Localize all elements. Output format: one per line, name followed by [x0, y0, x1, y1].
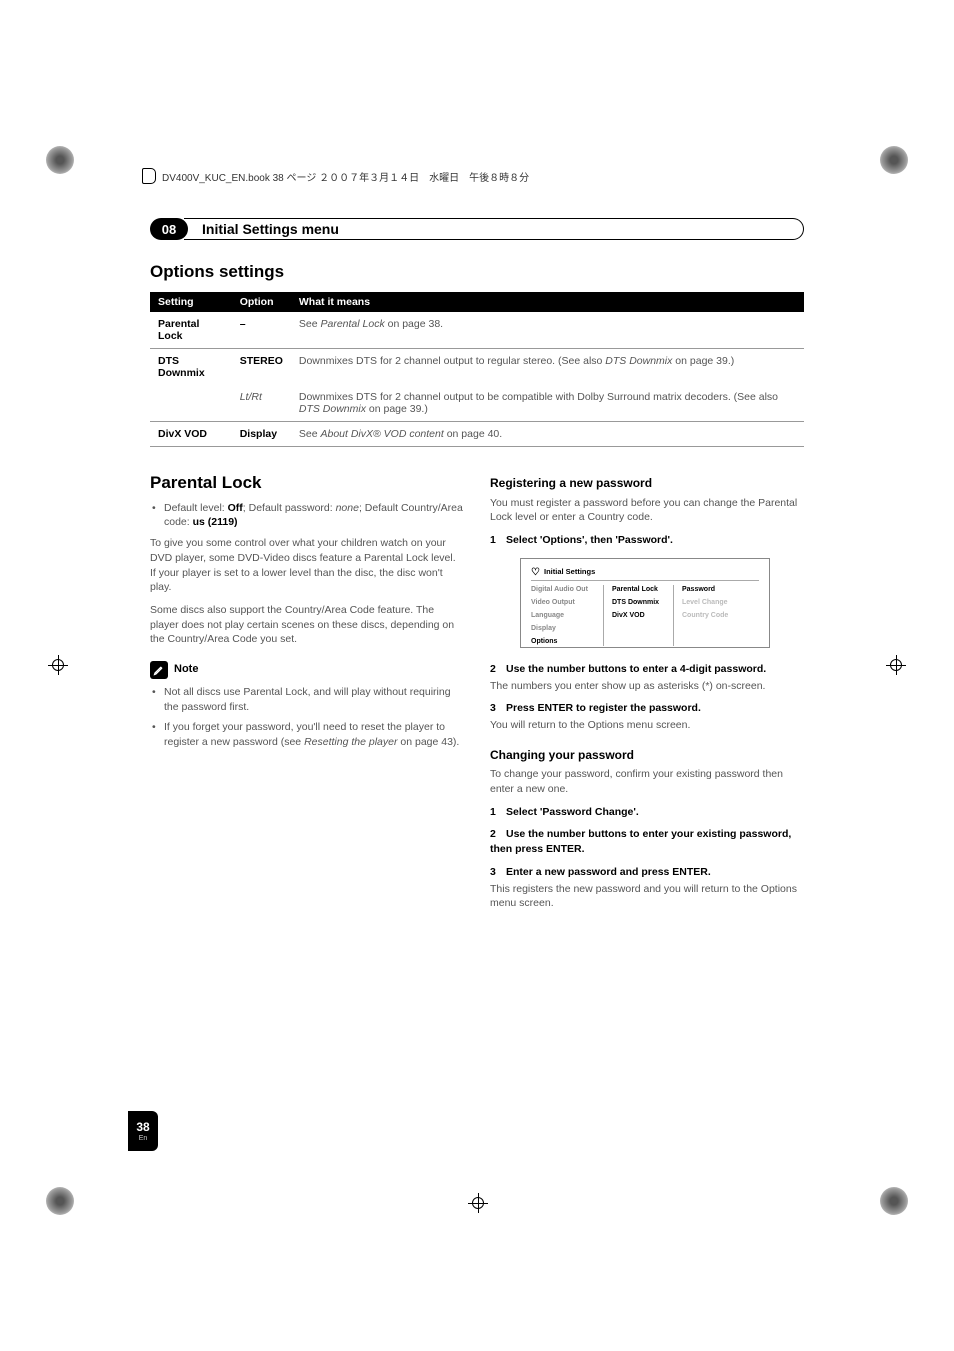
header-text: DV400V_KUC_EN.book 38 ページ ２００７年３月１４日 水曜日…: [162, 169, 529, 184]
body-text: Some discs also support the Country/Area…: [150, 603, 464, 647]
cell-setting: Parental Lock: [150, 312, 232, 349]
registering-heading: Registering a new password: [490, 475, 804, 492]
right-column: Registering a new password You must regi…: [490, 471, 804, 919]
page-content: 08 Initial Settings menu Options setting…: [130, 218, 824, 1136]
cell-option: –: [232, 312, 291, 349]
cell-option: Display: [232, 422, 291, 447]
screenshot-col1: Digital Audio Out Video Output Language …: [531, 585, 603, 646]
cell-meaning: See Parental Lock on page 38.: [291, 312, 804, 349]
th-option: Option: [232, 292, 291, 312]
screenshot-col3: Password Level Change Country Code: [673, 585, 759, 646]
body-text: To give you some control over what your …: [150, 536, 464, 595]
screenshot-title: Initial Settings: [544, 567, 595, 578]
chapter-number: 08: [150, 218, 188, 240]
cell-option: Lt/Rt: [232, 385, 291, 422]
step: 1Select 'Options', then 'Password'.: [490, 533, 804, 548]
note-bullet: If you forget your password, you'll need…: [150, 720, 464, 749]
cell-meaning: See About DivX® VOD content on page 40.: [291, 422, 804, 447]
chapter-bar: 08 Initial Settings menu: [150, 218, 804, 240]
page-lang: En: [139, 1135, 148, 1142]
th-meaning: What it means: [291, 292, 804, 312]
screenshot-col2: Parental Lock DTS Downmix DivX VOD: [603, 585, 673, 646]
cell-setting: [150, 385, 232, 422]
step: 1Select 'Password Change'.: [490, 805, 804, 820]
table-row: DTS Downmix STEREO Downmixes DTS for 2 c…: [150, 349, 804, 386]
table-row: DivX VOD Display See About DivX® VOD con…: [150, 422, 804, 447]
body-text: To change your password, confirm your ex…: [490, 767, 804, 796]
heart-icon: [531, 568, 540, 577]
changing-heading: Changing your password: [490, 747, 804, 764]
crosshair-mr: [886, 655, 906, 675]
body-text: This registers the new password and you …: [490, 882, 804, 911]
book-icon: [142, 168, 156, 184]
registration-mark-bl: [40, 1181, 80, 1221]
note-bullet: Not all discs use Parental Lock, and wil…: [150, 685, 464, 714]
note-heading: Note: [150, 661, 464, 679]
cell-setting: DivX VOD: [150, 422, 232, 447]
table-row: Parental Lock – See Parental Lock on pag…: [150, 312, 804, 349]
table-row: Lt/Rt Downmixes DTS for 2 channel output…: [150, 385, 804, 422]
body-text: The numbers you enter show up as asteris…: [490, 679, 804, 694]
cell-meaning: Downmixes DTS for 2 channel output to re…: [291, 349, 804, 386]
note-label: Note: [174, 662, 198, 677]
th-setting: Setting: [150, 292, 232, 312]
page-number: 38: [136, 1120, 149, 1134]
crosshair-ml: [48, 655, 68, 675]
page-number-tab: 38 En: [128, 1111, 158, 1151]
step: 2Use the number buttons to enter your ex…: [490, 827, 804, 856]
options-table: Setting Option What it means Parental Lo…: [150, 292, 804, 447]
step: 2Use the number buttons to enter a 4-dig…: [490, 662, 804, 677]
cell-meaning: Downmixes DTS for 2 channel output to be…: [291, 385, 804, 422]
registration-mark-tl: [40, 140, 80, 180]
cell-option: STEREO: [232, 349, 291, 386]
print-header: DV400V_KUC_EN.book 38 ページ ２００７年３月１４日 水曜日…: [142, 168, 529, 184]
chapter-title: Initial Settings menu: [184, 218, 804, 240]
parental-lock-heading: Parental Lock: [150, 471, 464, 495]
step: 3Press ENTER to register the password.: [490, 701, 804, 716]
registration-mark-br: [874, 1181, 914, 1221]
left-column: Parental Lock Default level: Off; Defaul…: [150, 471, 464, 919]
pencil-icon: [150, 661, 168, 679]
cell-setting: DTS Downmix: [150, 349, 232, 386]
crosshair-mb: [468, 1193, 488, 1213]
section-title: Options settings: [150, 262, 804, 282]
step: 3Enter a new password and press ENTER.: [490, 865, 804, 880]
body-text: You will return to the Options menu scre…: [490, 718, 804, 733]
registration-mark-tr: [874, 140, 914, 180]
defaults-bullet: Default level: Off; Default password: no…: [150, 501, 464, 530]
body-text: You must register a password before you …: [490, 496, 804, 525]
menu-screenshot: Initial Settings Digital Audio Out Video…: [520, 558, 770, 648]
